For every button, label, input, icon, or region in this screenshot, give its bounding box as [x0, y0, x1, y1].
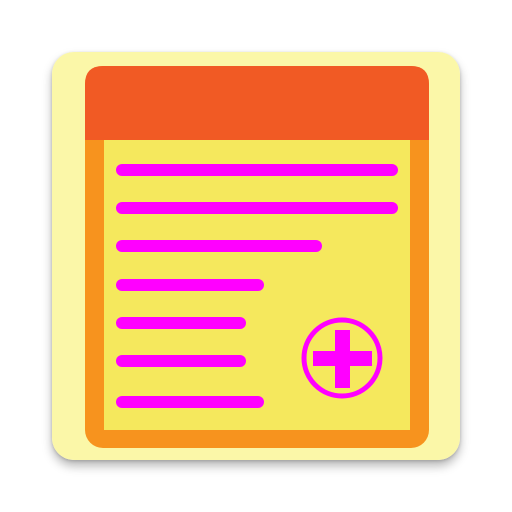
- notepad-header: [85, 66, 429, 140]
- icon-stage: [0, 0, 512, 512]
- notepad-add-icon[interactable]: [52, 52, 460, 460]
- add-circle-icon[interactable]: [301, 317, 383, 399]
